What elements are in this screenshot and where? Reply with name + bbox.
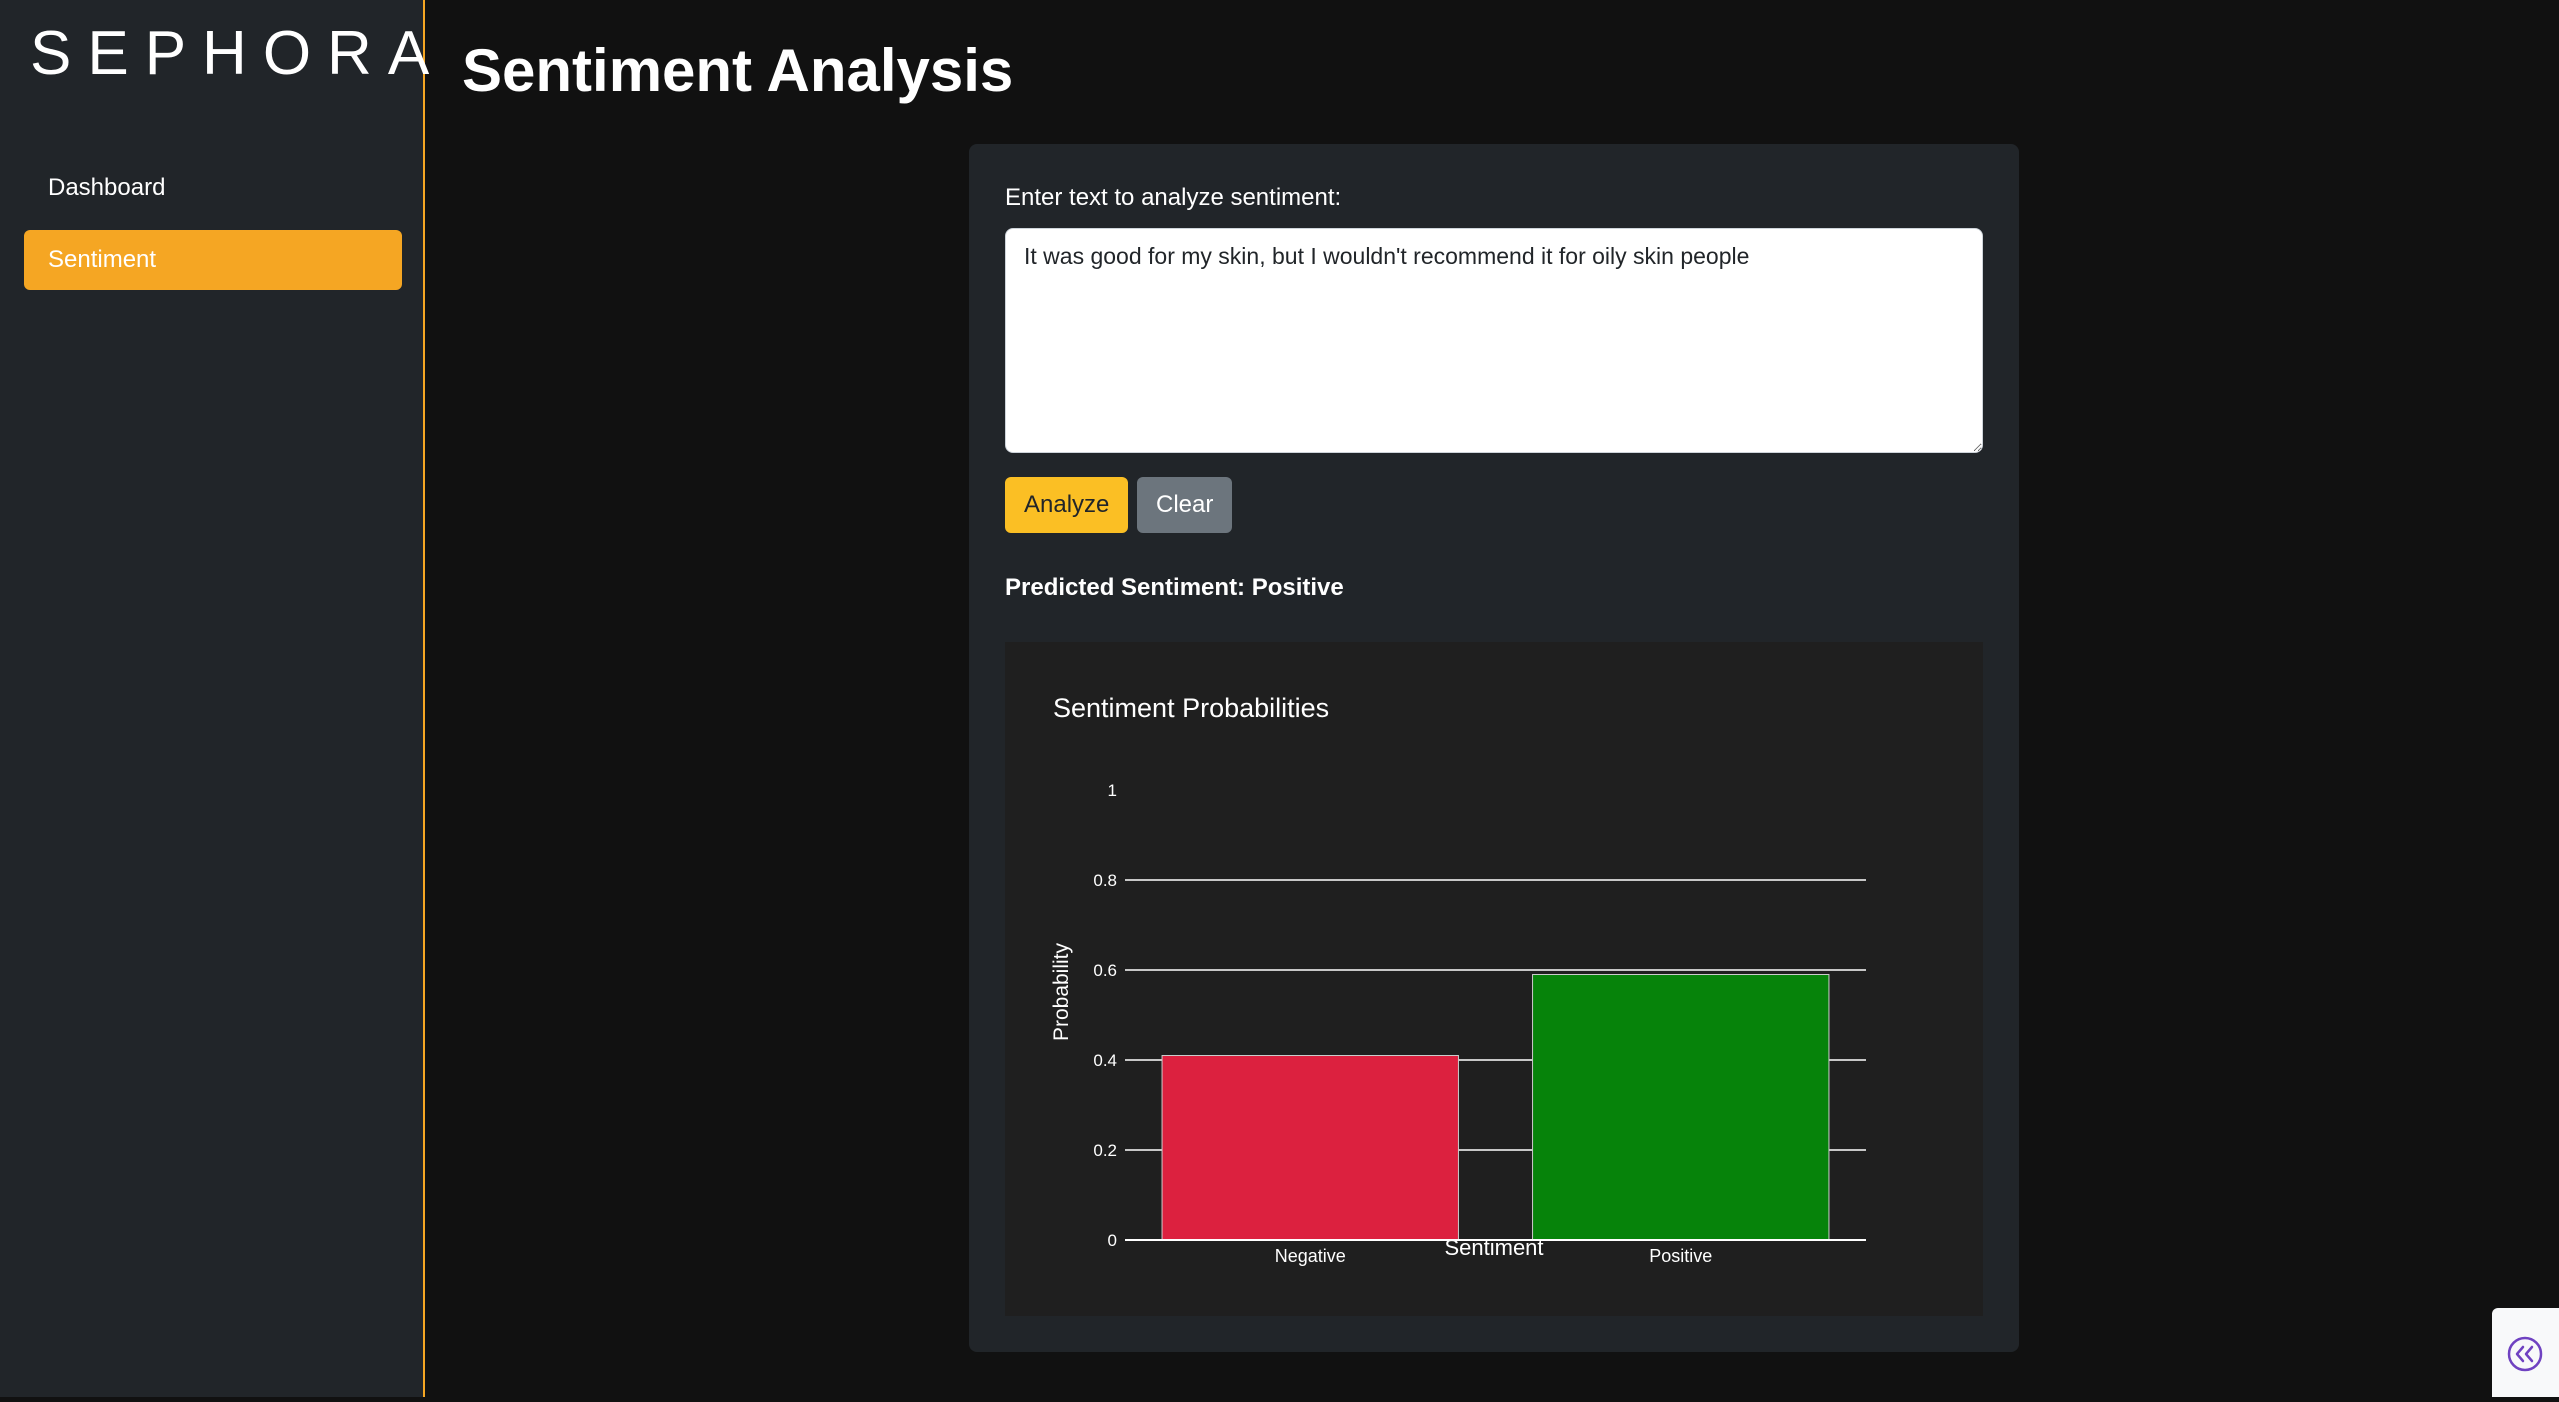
x-tick-label: Positive [1649, 1246, 1712, 1266]
y-tick-label: 0.2 [1093, 1141, 1117, 1160]
y-tick-label: 0.6 [1093, 961, 1117, 980]
sentiment-text-input[interactable]: It was good for my skin, but I wouldn't … [1005, 228, 1983, 453]
chart-svg: Sentiment Probabilities 0 0.2 0.4 0.6 0.8 1 Ne… [1005, 642, 1983, 1316]
sentiment-chart: Sentiment Probabilities 0 0.2 0.4 0.6 0.8 1 Ne… [1005, 642, 1983, 1316]
sentiment-card: Enter text to analyze sentiment: It was … [969, 144, 2019, 1352]
double-chevron-left-icon [2507, 1336, 2543, 1372]
x-tick-label: Negative [1275, 1246, 1346, 1266]
page-title: Sentiment Analysis [462, 37, 1014, 104]
analyze-button[interactable]: Analyze [1005, 477, 1129, 533]
bar-negative[interactable] [1161, 1055, 1459, 1241]
y-tick-label: 1 [1108, 781, 1117, 800]
input-label: Enter text to analyze sentiment: [1005, 184, 1342, 211]
sidebar: SEPHORA Dashboard Sentiment [0, 0, 429, 1397]
clear-button[interactable]: Clear [1137, 477, 1233, 533]
sidebar-item-dashboard[interactable]: Dashboard [24, 158, 402, 218]
y-tick-label: 0.4 [1093, 1051, 1117, 1070]
y-tick-label: 0.8 [1093, 871, 1117, 890]
bar-positive[interactable] [1532, 974, 1830, 1241]
chart-background [1005, 642, 1983, 1316]
chart-title: Sentiment Probabilities [1053, 693, 1329, 723]
sidebar-toggle-button[interactable] [2492, 1308, 2559, 1397]
y-tick-label: 0 [1108, 1231, 1117, 1250]
predicted-sentiment: Predicted Sentiment: Positive [1005, 574, 1344, 601]
sidebar-nav: Dashboard Sentiment [24, 158, 402, 302]
sidebar-item-sentiment[interactable]: Sentiment [24, 230, 402, 290]
logo: SEPHORA [30, 19, 446, 88]
x-axis-label: Sentiment [1444, 1235, 1543, 1260]
y-axis-label: Probability [1050, 942, 1073, 1041]
